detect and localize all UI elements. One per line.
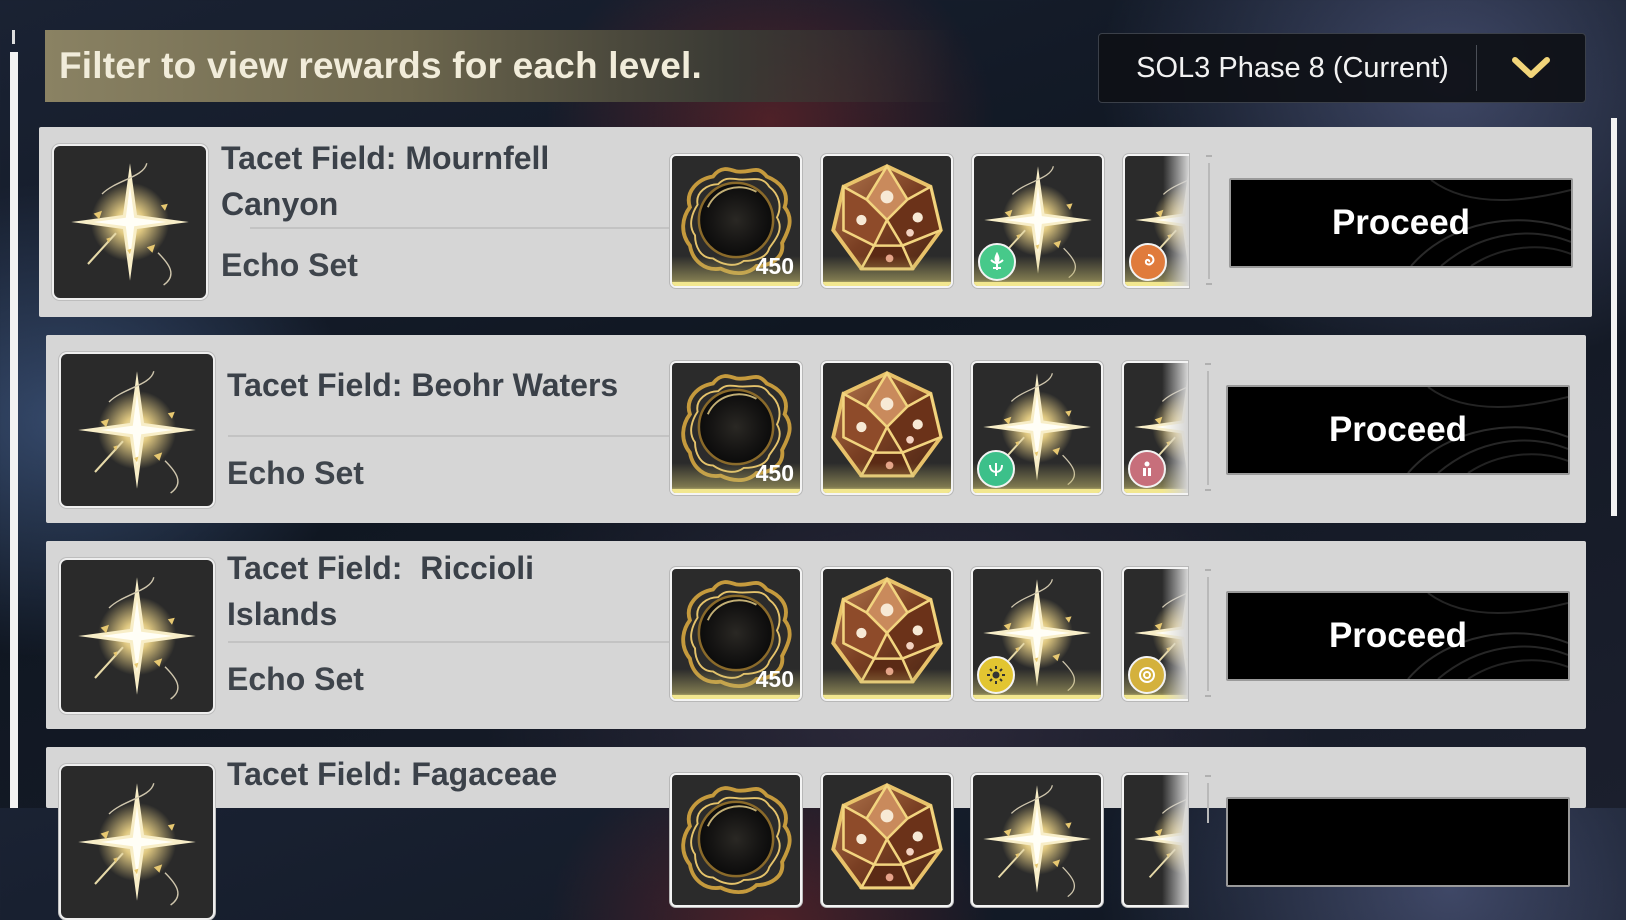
dark-core-icon [672, 775, 800, 903]
ring-badge-icon [1128, 656, 1166, 694]
reward-item-dark-core[interactable]: 450 [670, 361, 802, 495]
field-title: Tacet Field: Riccioli Islands [227, 545, 534, 637]
reward-count: 450 [755, 666, 794, 692]
reward-count: 450 [755, 253, 794, 279]
proceed-button-label: Proceed [1328, 616, 1468, 655]
dice-crystal-icon [823, 775, 951, 903]
list-scrollbar[interactable] [1611, 118, 1617, 516]
sonata-star-icon [67, 360, 207, 500]
column-divider [1207, 371, 1209, 485]
reward-item-dice[interactable] [821, 361, 953, 495]
proceed-button[interactable]: Proceed [1226, 385, 1570, 475]
column-divider [1207, 783, 1209, 823]
sun-badge-icon [977, 656, 1015, 694]
title-separator [228, 435, 674, 437]
field-title: Tacet Field: Beohr Waters [227, 362, 618, 408]
echo-set-thumbnail [59, 764, 215, 920]
filter-banner-text: Filter to view rewards for each level. [59, 45, 703, 86]
field-title-line1: Tacet Field: Mournfell [221, 140, 550, 176]
reward-item-echo-partial[interactable] [1123, 154, 1189, 288]
proceed-button[interactable]: Proceed [1226, 591, 1570, 681]
reward-item-dark-core[interactable]: 450 [670, 567, 802, 701]
filter-banner: Filter to view rewards for each level. [45, 30, 955, 102]
tacet-field-card[interactable]: Tacet Field: Fagaceae [46, 747, 1586, 920]
proceed-button[interactable]: Proceed [1229, 178, 1573, 268]
reward-item-dice[interactable] [821, 154, 953, 288]
reward-item-dark-core[interactable] [670, 773, 802, 907]
title-separator [228, 641, 674, 643]
figure-badge-icon [1128, 450, 1166, 488]
field-title-line2: Canyon [221, 186, 339, 222]
left-scrollbar[interactable] [10, 52, 18, 808]
field-subtitle: Echo Set [221, 247, 358, 283]
swirl-badge-icon [1129, 243, 1167, 281]
reward-item-echo-partial[interactable] [1122, 361, 1188, 495]
sonata-echo-icon [973, 775, 1101, 903]
phase-dropdown[interactable]: SOL3 Phase 8 (Current) [1098, 33, 1586, 103]
reward-item-echo[interactable] [971, 567, 1103, 701]
field-title-line1: Tacet Field: Riccioli [227, 550, 535, 586]
tacet-field-card[interactable]: Tacet Field: Riccioli Islands Echo Set 4… [46, 541, 1586, 729]
title-separator [250, 227, 674, 229]
sonata-star-icon [60, 152, 200, 292]
proceed-button-label: Proceed [1328, 410, 1468, 449]
trident-badge-icon [977, 450, 1015, 488]
reward-item-echo[interactable] [971, 773, 1103, 907]
proceed-button-label: Proceed [1331, 203, 1471, 242]
field-title-line1: Tacet Field: Beohr Waters [227, 367, 619, 403]
tacet-field-card[interactable]: Tacet Field: Beohr Waters Echo Set 450 P… [46, 335, 1586, 523]
reward-item-echo[interactable] [971, 361, 1103, 495]
fleur-badge-icon [978, 243, 1016, 281]
scrollbar-tick [12, 30, 15, 44]
echo-set-thumbnail [59, 352, 215, 508]
reward-item-echo-partial[interactable] [1122, 567, 1188, 701]
sonata-star-icon [67, 566, 207, 706]
reward-count: 450 [755, 460, 794, 486]
field-subtitle: Echo Set [227, 455, 364, 491]
reward-item-echo[interactable] [972, 154, 1104, 288]
sonata-star-icon [67, 772, 207, 912]
field-subtitle: Echo Set [227, 661, 364, 697]
echo-set-thumbnail [52, 144, 208, 300]
field-title: Tacet Field: Mournfell Canyon [221, 135, 549, 227]
echo-set-thumbnail [59, 558, 215, 714]
reward-item-dice[interactable] [821, 567, 953, 701]
column-divider [1207, 577, 1209, 691]
reward-item-echo-partial[interactable] [1122, 773, 1188, 907]
reward-item-dark-core[interactable]: 450 [670, 154, 802, 288]
tacet-field-card[interactable]: Tacet Field: Mournfell Canyon Echo Set 4… [39, 127, 1592, 317]
column-divider [1208, 163, 1210, 279]
field-title-line1: Tacet Field: Fagaceae [227, 756, 558, 792]
reward-item-dice[interactable] [821, 773, 953, 907]
field-title: Tacet Field: Fagaceae [227, 751, 557, 797]
field-title-line2: Islands [227, 596, 338, 632]
proceed-button[interactable] [1226, 797, 1570, 887]
phase-dropdown-value: SOL3 Phase 8 (Current) [1136, 51, 1449, 84]
chevron-down-icon[interactable] [1477, 34, 1585, 102]
